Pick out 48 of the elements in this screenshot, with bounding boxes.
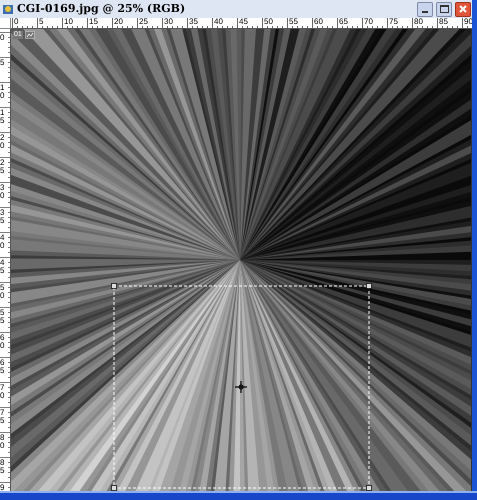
ruler-label: 25 bbox=[0, 159, 7, 175]
minimize-button[interactable] bbox=[417, 2, 433, 16]
ruler-label: 85 bbox=[439, 18, 449, 26]
ruler-label: 25 bbox=[139, 18, 149, 26]
ruler-label: 35 bbox=[189, 18, 199, 26]
ruler-label: 55 bbox=[289, 18, 299, 26]
ruler-label: 50 bbox=[0, 284, 7, 300]
window-title: CGI-0169.jpg @ 25% (RGB) bbox=[17, 0, 186, 17]
close-icon bbox=[459, 5, 467, 13]
ruler-label: 80 bbox=[414, 18, 424, 26]
ruler-label: 40 bbox=[0, 234, 7, 250]
ruler-label: 15 bbox=[89, 18, 99, 26]
ruler-label: 65 bbox=[0, 359, 7, 375]
ruler-label: 45 bbox=[0, 259, 7, 275]
selection-marquee[interactable] bbox=[111, 283, 372, 491]
app-icon bbox=[2, 3, 14, 15]
close-button[interactable] bbox=[455, 2, 471, 16]
ruler-label: 5 bbox=[39, 18, 44, 26]
ruler-label: 20 bbox=[114, 18, 124, 26]
ruler-label: 75 bbox=[389, 18, 399, 26]
ruler-label: 30 bbox=[0, 184, 7, 200]
ruler-label: 55 bbox=[0, 309, 7, 325]
ruler-label: 10 bbox=[64, 18, 74, 26]
ruler-label: 15 bbox=[0, 109, 7, 125]
image-icon bbox=[24, 31, 35, 39]
ruler-label: 0 bbox=[0, 34, 7, 42]
ruler-label: 40 bbox=[214, 18, 224, 26]
ruler-label: 50 bbox=[264, 18, 274, 26]
minimize-icon bbox=[422, 10, 428, 12]
ruler-label: 70 bbox=[364, 18, 374, 26]
ruler-label: 9 bbox=[0, 484, 7, 491]
ruler-label: 80 bbox=[0, 434, 7, 450]
ruler-label: 70 bbox=[0, 384, 7, 400]
ruler-label: 0 bbox=[14, 18, 20, 26]
ruler-label: 75 bbox=[0, 409, 7, 425]
maximize-button[interactable] bbox=[436, 2, 452, 16]
ruler-label: 35 bbox=[0, 209, 7, 225]
ruler-label: 45 bbox=[239, 18, 249, 26]
crosshair-icon bbox=[234, 380, 248, 394]
ruler-label: 10 bbox=[0, 84, 7, 100]
ruler-label: 60 bbox=[314, 18, 324, 26]
ruler-label: 65 bbox=[339, 18, 349, 26]
ruler-label: 30 bbox=[164, 18, 174, 26]
ruler-label: 85 bbox=[0, 459, 7, 475]
maximize-icon bbox=[440, 5, 448, 13]
ruler-label: 60 bbox=[0, 334, 7, 350]
ruler-label: 5 bbox=[0, 59, 7, 67]
ruler-label: 20 bbox=[0, 134, 7, 150]
